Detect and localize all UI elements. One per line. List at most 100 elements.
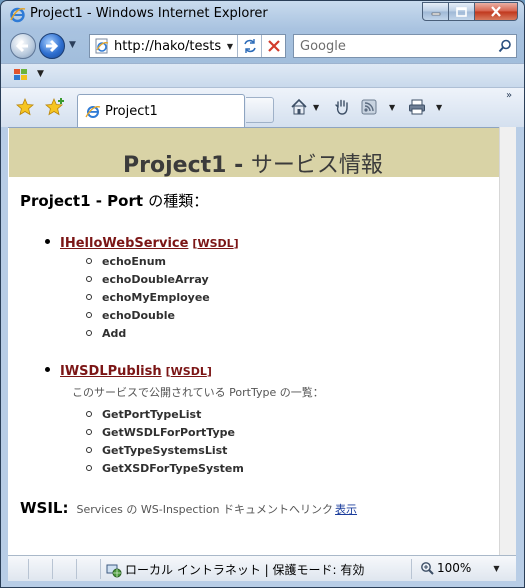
zoom-icon xyxy=(421,562,434,575)
circle-bullet-icon xyxy=(86,330,92,336)
hand-icon xyxy=(335,99,348,115)
caption-buttons xyxy=(422,2,518,21)
back-button[interactable] xyxy=(10,33,36,59)
ie-logo-icon xyxy=(10,7,26,23)
operation-item: echoDoubleArray xyxy=(86,273,209,286)
service-link[interactable]: IWSDLPublish xyxy=(60,364,162,379)
service-item: IWSDLPublish [WSDL] xyxy=(45,364,212,379)
minimize-icon xyxy=(431,12,440,15)
close-button[interactable] xyxy=(475,2,518,21)
operation-label: Add xyxy=(102,327,127,340)
page-title: Project1 - サービス情報 xyxy=(8,147,498,179)
service-item: IHelloWebService [WSDL] xyxy=(45,236,239,251)
forward-button[interactable] xyxy=(39,33,65,59)
status-separator xyxy=(76,559,77,579)
print-dropdown-icon[interactable]: ▼ xyxy=(436,103,442,112)
chevron-more-icon[interactable]: » xyxy=(506,90,512,101)
address-input[interactable]: http://hako/tests xyxy=(114,39,223,54)
refresh-button[interactable] xyxy=(237,35,261,57)
close-icon xyxy=(491,6,501,17)
circle-bullet-icon xyxy=(86,429,92,435)
stop-icon xyxy=(267,40,280,52)
circle-bullet-icon xyxy=(86,258,92,264)
search-icon xyxy=(498,39,511,53)
maximize-icon xyxy=(456,6,467,17)
status-separator xyxy=(28,559,29,579)
maximize-button[interactable] xyxy=(449,2,475,21)
feeds-button[interactable]: ▼ xyxy=(361,97,395,117)
operation-label: echoDoubleArray xyxy=(102,273,209,286)
tab-bar: Project1 ▼ ▼ ▼ » xyxy=(1,87,524,127)
search-box[interactable]: Google xyxy=(293,34,517,58)
operation-item: GetWSDLForPortType xyxy=(86,426,235,439)
circle-bullet-icon xyxy=(86,294,92,300)
refresh-icon xyxy=(243,39,256,53)
page-content: Project1 - サービス情報 Project1 - Port の種類： I… xyxy=(8,127,499,555)
window-title: Project1 - Windows Internet Explorer xyxy=(30,6,268,21)
page-icon xyxy=(85,106,101,118)
ports-heading-jp: の種類： xyxy=(148,192,209,210)
intranet-globe-icon xyxy=(106,564,122,577)
search-button[interactable] xyxy=(494,35,516,57)
bullet-icon xyxy=(45,367,50,372)
home-dropdown-icon[interactable]: ▼ xyxy=(313,103,319,112)
home-button[interactable]: ▼ xyxy=(290,97,319,117)
operation-label: GetXSDForTypeSystem xyxy=(102,462,244,475)
wsdl-link[interactable]: WSDL xyxy=(171,365,207,378)
operation-label: GetTypeSystemsList xyxy=(102,444,228,457)
stop-button[interactable] xyxy=(261,35,285,57)
page-title-main: Project1 - xyxy=(123,153,251,178)
browser-window: Project1 - Windows Internet Explorer ▼ h… xyxy=(0,0,525,588)
page-title-jp: サービス情報 xyxy=(250,153,383,178)
printer-icon xyxy=(409,99,425,115)
back-arrow-icon xyxy=(15,39,28,53)
recent-pages-dropdown-icon[interactable]: ▼ xyxy=(69,40,76,50)
wsdl-link[interactable]: WSDL xyxy=(197,237,233,250)
feeds-dropdown-icon[interactable]: ▼ xyxy=(389,103,395,112)
ports-heading-main: Project1 - Port xyxy=(20,192,149,210)
circle-bullet-icon xyxy=(86,312,92,318)
wsdl-bracket: [WSDL] xyxy=(192,237,239,250)
windows-flag-icon[interactable] xyxy=(13,67,29,83)
operation-item: echoEnum xyxy=(86,255,166,268)
pan-button[interactable] xyxy=(333,97,351,117)
menu-dropdown-icon[interactable]: ▼ xyxy=(37,69,44,79)
circle-bullet-icon xyxy=(86,411,92,417)
vertical-scrollbar[interactable] xyxy=(499,127,516,555)
address-bar[interactable]: http://hako/tests ▼ xyxy=(89,34,286,58)
search-input[interactable]: Google xyxy=(300,39,494,54)
zoom-label: 100% xyxy=(437,561,472,575)
operation-label: GetPortTypeList xyxy=(102,408,202,421)
tab-project1[interactable]: Project1 xyxy=(77,94,245,127)
zoom-dropdown-icon[interactable]: ▼ xyxy=(493,564,499,573)
minimize-button[interactable] xyxy=(422,2,449,21)
ports-heading: Project1 - Port の種類： xyxy=(20,190,208,211)
status-separator xyxy=(52,559,53,579)
favorites-star-icon[interactable] xyxy=(16,98,34,116)
operation-item: Add xyxy=(86,327,126,340)
add-favorites-icon[interactable] xyxy=(45,98,65,116)
forward-arrow-icon xyxy=(46,39,59,53)
print-button[interactable]: ▼ xyxy=(408,97,442,117)
operation-item: GetTypeSystemsList xyxy=(86,444,227,457)
status-separator xyxy=(100,559,101,579)
status-separator xyxy=(411,559,412,579)
status-bar: ローカル イントラネット | 保護モード: 有効 100% ▼ xyxy=(8,555,516,581)
wsil-view-link[interactable]: 表示 xyxy=(335,503,357,516)
zoom-control[interactable]: 100% ▼ xyxy=(420,561,499,575)
circle-bullet-icon xyxy=(86,276,92,282)
title-bar: Project1 - Windows Internet Explorer xyxy=(1,1,524,29)
circle-bullet-icon xyxy=(86,447,92,453)
security-zone[interactable]: ローカル イントラネット | 保護モード: 有効 xyxy=(106,561,364,578)
operation-item: GetPortTypeList xyxy=(86,408,201,421)
operation-label: echoEnum xyxy=(102,255,167,268)
operation-item: GetXSDForTypeSystem xyxy=(86,462,244,475)
new-tab-button[interactable] xyxy=(246,97,274,123)
wsil-section: WSIL: Services の WS-Inspection ドキュメントへリンク… xyxy=(20,498,357,517)
rss-feed-icon xyxy=(361,99,377,115)
service-link[interactable]: IHelloWebService xyxy=(60,236,188,251)
address-dropdown-icon[interactable]: ▼ xyxy=(223,42,237,51)
circle-bullet-icon xyxy=(86,465,92,471)
wsil-text: Services の WS-Inspection ドキュメントへリンク xyxy=(76,503,334,516)
service-description: このサービスで公開されている PortType の一覧： xyxy=(72,386,324,399)
